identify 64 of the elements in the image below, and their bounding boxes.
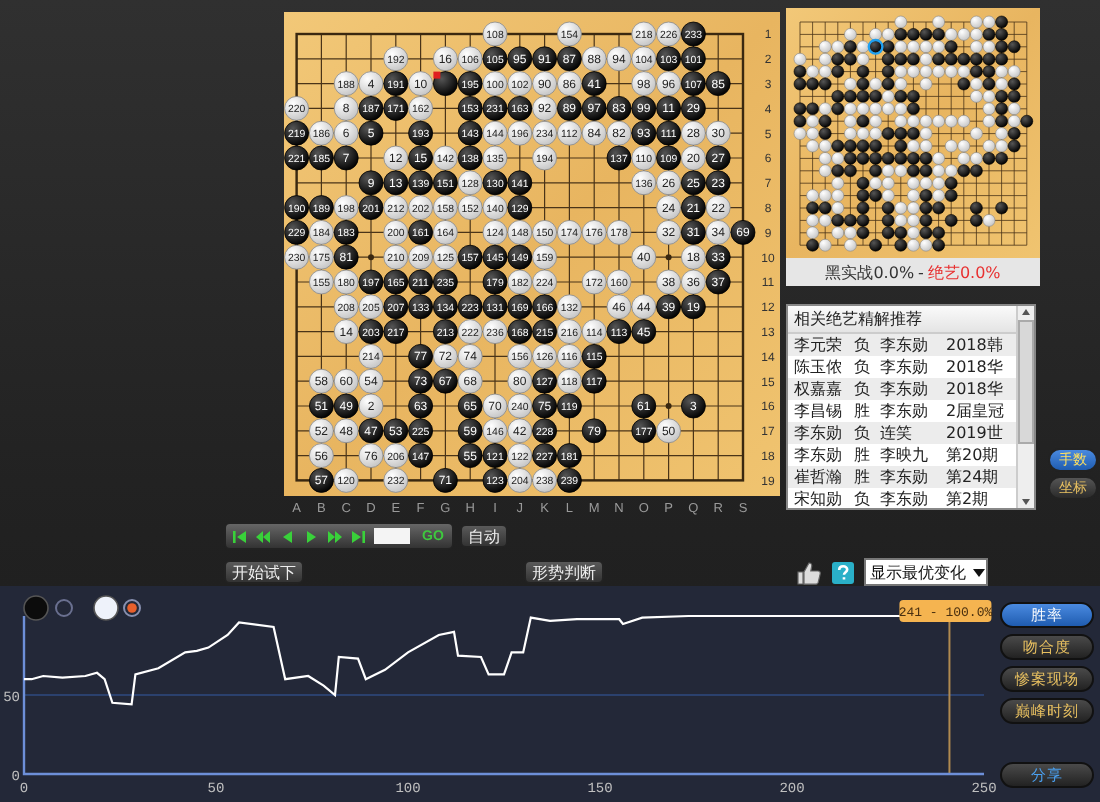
first-move-icon bbox=[229, 527, 247, 545]
ai-rate-text: 绝艺0.0% bbox=[927, 261, 1001, 283]
legend-dot-icon[interactable] bbox=[23, 595, 49, 621]
thumbs-up-icon[interactable] bbox=[796, 559, 822, 585]
list-cell-text: 宋知勋 bbox=[794, 488, 844, 508]
scrollbar[interactable] bbox=[1016, 306, 1034, 508]
move-number-field[interactable] bbox=[374, 528, 410, 544]
list-cell-text: 负 bbox=[854, 422, 872, 444]
list-cell-text: 负 bbox=[854, 488, 872, 508]
list-cell-text: 胜 bbox=[854, 444, 872, 466]
dropdown-caret-icon bbox=[972, 567, 986, 577]
try-moves-button[interactable]: 开始试下 bbox=[224, 560, 304, 584]
list-cell: 第24期 bbox=[946, 466, 999, 488]
list-cell-text: 李东勋 bbox=[880, 466, 930, 488]
list-cell: 第2期 bbox=[946, 488, 989, 508]
scroll-down-icon[interactable] bbox=[1020, 496, 1032, 508]
list-row[interactable]: 李东勋 负 连笑 2019世 bbox=[788, 422, 1016, 444]
auto-play-button[interactable]: 自动 bbox=[459, 524, 508, 548]
legend-dot-icon[interactable] bbox=[93, 595, 119, 621]
list-row[interactable]: 李东勋 胜 李映九 第20期 bbox=[788, 444, 1016, 466]
legend-dot-icon[interactable] bbox=[123, 599, 141, 617]
list-cell-text: 李东勋 bbox=[880, 488, 930, 508]
list-cell-text: 连笑 bbox=[880, 422, 914, 444]
list-cell-text: 胜 bbox=[854, 400, 872, 422]
list-row[interactable]: 李昌锡 胜 李东勋 2届皇冠 bbox=[788, 400, 1016, 422]
list-cell-text: 胜 bbox=[854, 466, 872, 488]
list-header: 相关绝艺精解推荐 bbox=[788, 306, 1016, 334]
list-row[interactable]: 李元荣 负 李东勋 2018韩 bbox=[788, 334, 1016, 356]
list-row[interactable]: 陈玉侬 负 李东勋 2018华 bbox=[788, 356, 1016, 378]
list-cell-text: 李东勋 bbox=[880, 356, 930, 378]
list-cell-text: 李元荣 bbox=[794, 334, 844, 356]
scroll-thumb[interactable] bbox=[1018, 320, 1034, 444]
list-cell-text: 陈玉侬 bbox=[794, 356, 844, 378]
list-cell-text: 崔哲瀚 bbox=[794, 466, 844, 488]
list-cell-text: 负 bbox=[854, 378, 872, 400]
list-row[interactable]: 宋知勋 负 李东勋 第2期 bbox=[788, 488, 1016, 508]
play-icon bbox=[301, 527, 319, 545]
list-cell-text: 负 bbox=[854, 334, 872, 356]
list-cell-text: 李昌锡 bbox=[794, 400, 844, 422]
game-rate-text: 黑实战0.0% bbox=[825, 261, 915, 283]
last-move-icon bbox=[349, 527, 367, 545]
list-cell-text: 李东勋 bbox=[880, 378, 930, 400]
list-row[interactable]: 权嘉嘉 负 李东勋 2018华 bbox=[788, 378, 1016, 400]
list-cell-text: 李东勋 bbox=[880, 400, 930, 422]
list-cell: 2018华 bbox=[946, 378, 1003, 400]
legend-dot-icon[interactable] bbox=[55, 599, 73, 617]
help-icon[interactable] bbox=[832, 561, 854, 583]
list-row[interactable]: 崔哲瀚 胜 李东勋 第24期 bbox=[788, 466, 1016, 488]
list-cell: 2018华 bbox=[946, 356, 1003, 378]
variation-dropdown[interactable]: 显示最优变化 bbox=[864, 558, 988, 586]
list-cell-text: 李东勋 bbox=[794, 422, 844, 444]
list-cell: 第20期 bbox=[946, 444, 999, 466]
list-cell-text: 李东勋 bbox=[880, 334, 930, 356]
rewind-icon bbox=[253, 527, 271, 545]
list-cell: 2018韩 bbox=[946, 334, 1003, 356]
fast-forward-icon bbox=[325, 527, 343, 545]
list-cell: 2019世 bbox=[946, 422, 1003, 444]
list-cell-text: 负 bbox=[854, 356, 872, 378]
list-cell-text: 李映九 bbox=[880, 444, 930, 466]
judge-button[interactable]: 形势判断 bbox=[524, 560, 604, 584]
list-cell-text: 权嘉嘉 bbox=[794, 378, 844, 400]
separator-text: - bbox=[918, 263, 924, 281]
list-cell: 2届皇冠 bbox=[946, 400, 1005, 422]
list-cell-text: 李东勋 bbox=[794, 444, 844, 466]
